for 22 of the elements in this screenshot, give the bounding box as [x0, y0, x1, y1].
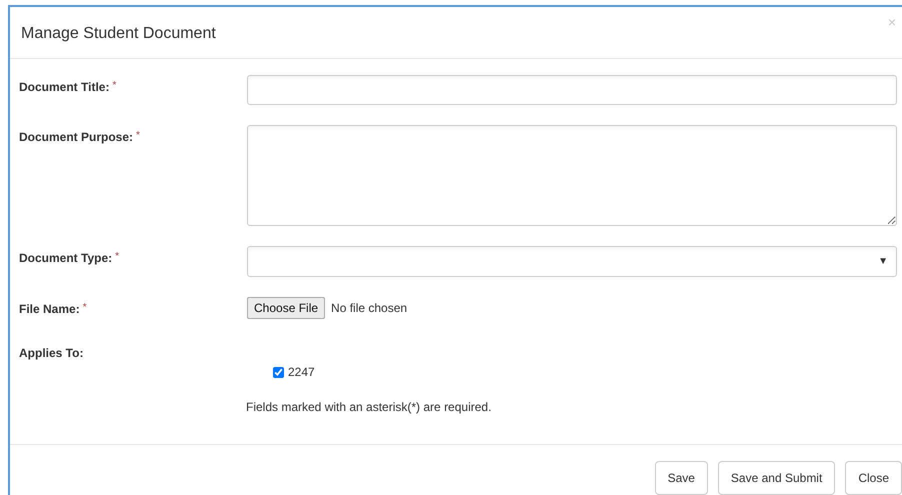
dialog-title: Manage Student Document	[21, 24, 216, 44]
required-asterisk: *	[82, 301, 87, 315]
required-asterisk: *	[112, 79, 116, 93]
required-asterisk: *	[115, 250, 120, 264]
caret-icon: ▼	[878, 254, 888, 269]
checkbox[interactable]	[273, 366, 284, 378]
field-label: Document Purpose:	[19, 129, 134, 146]
footer-button[interactable]: Save	[654, 461, 708, 495]
field-label: File Name:	[19, 301, 80, 318]
footer-button[interactable]: Close	[845, 461, 902, 495]
text-area[interactable]	[247, 125, 897, 226]
field-label: Document Type:	[19, 250, 112, 267]
choose-file-button[interactable]: Choose File	[247, 297, 326, 319]
footer-button[interactable]: Save and Submit	[718, 461, 836, 495]
text-field[interactable]	[247, 75, 897, 105]
required-asterisk: *	[136, 129, 140, 143]
select-field[interactable]: ▼	[247, 246, 897, 277]
field-label: Applies To:	[19, 345, 84, 362]
field-label: Document Title:	[19, 79, 110, 96]
file-status: No file chosen	[331, 300, 408, 317]
required-note: Fields marked with an asterisk(*) are required.	[246, 400, 492, 414]
checkbox-label: 2247	[288, 364, 315, 381]
